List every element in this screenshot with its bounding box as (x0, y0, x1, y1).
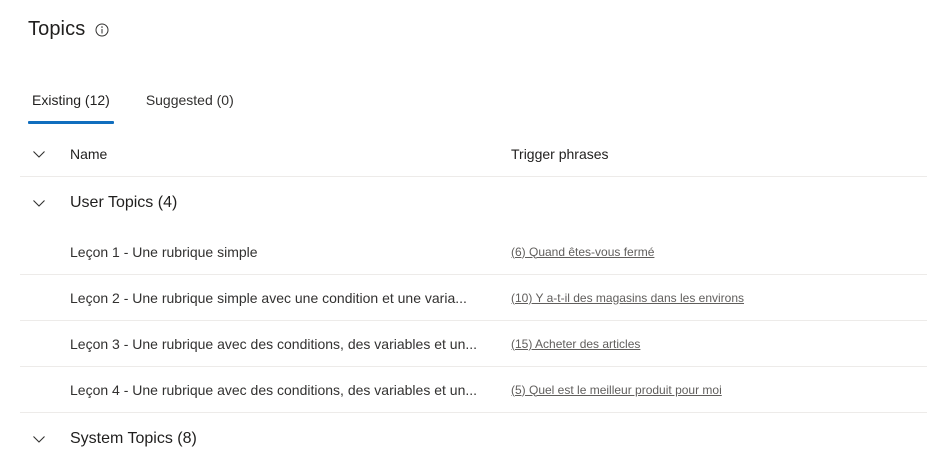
topics-table: Name Trigger phrases User Topics (4) Leç… (20, 132, 927, 465)
topics-page: Topics Existing (12) Suggested (0) Name … (0, 0, 927, 469)
topic-name[interactable]: Leçon 3 - Une rubrique avec des conditio… (70, 336, 477, 352)
table-row[interactable]: Leçon 1 - Une rubrique simple (6) Quand … (20, 229, 927, 275)
chevron-down-icon[interactable] (32, 147, 46, 161)
tab-list: Existing (12) Suggested (0) (28, 88, 234, 124)
page-title: Topics (28, 18, 86, 40)
trigger-phrases-link[interactable]: (6) Quand êtes-vous fermé (511, 245, 654, 259)
group-label: User Topics (4) (70, 194, 178, 211)
trigger-phrases-link[interactable]: (10) Y a-t-il des magasins dans les envi… (511, 291, 744, 305)
column-header-name[interactable]: Name (70, 146, 107, 162)
table-row[interactable]: Leçon 2 - Une rubrique simple avec une c… (20, 275, 927, 321)
group-label: System Topics (8) (70, 430, 197, 447)
title-row: Topics (28, 18, 109, 41)
chevron-down-icon[interactable] (32, 432, 46, 446)
tab-suggested[interactable]: Suggested (0) (142, 88, 234, 124)
table-header-row: Name Trigger phrases (20, 132, 927, 177)
topic-name[interactable]: Leçon 1 - Une rubrique simple (70, 244, 258, 260)
info-icon[interactable] (95, 23, 109, 37)
table-row[interactable]: Leçon 4 - Une rubrique avec des conditio… (20, 367, 927, 413)
trigger-phrases-link[interactable]: (15) Acheter des articles (511, 337, 640, 351)
trigger-phrases-link[interactable]: (5) Quel est le meilleur produit pour mo… (511, 383, 722, 397)
chevron-down-icon[interactable] (32, 196, 46, 210)
group-header-system-topics[interactable]: System Topics (8) (20, 413, 927, 465)
topic-name[interactable]: Leçon 4 - Une rubrique avec des conditio… (70, 382, 477, 398)
column-header-trigger-phrases[interactable]: Trigger phrases (511, 146, 609, 162)
tab-existing[interactable]: Existing (12) (28, 88, 114, 124)
group-header-user-topics[interactable]: User Topics (4) (20, 177, 927, 229)
table-row[interactable]: Leçon 3 - Une rubrique avec des conditio… (20, 321, 927, 367)
topic-name[interactable]: Leçon 2 - Une rubrique simple avec une c… (70, 290, 467, 306)
